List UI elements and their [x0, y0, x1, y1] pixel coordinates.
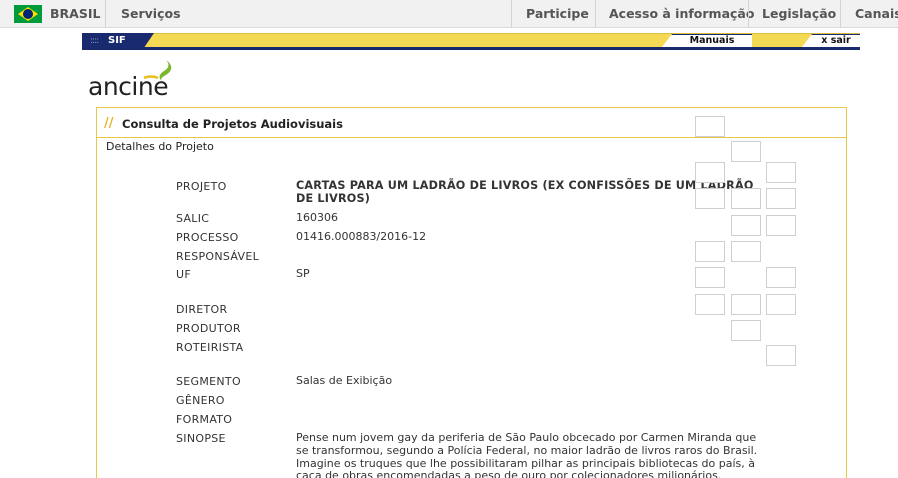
- empty-box: [695, 162, 725, 183]
- empty-box: [695, 241, 725, 262]
- empty-box: [731, 188, 761, 209]
- gov-menu-legislacao[interactable]: Legislação: [762, 6, 836, 21]
- empty-box: [731, 294, 761, 315]
- empty-box: [731, 320, 761, 341]
- field-label: SINOPSE: [176, 432, 226, 445]
- ancine-logo[interactable]: ancine: [88, 58, 188, 101]
- field-label: RESPONSÁVEL: [176, 250, 260, 263]
- field-label: SEGMENTO: [176, 375, 241, 388]
- gov-menu-participe[interactable]: Participe: [526, 6, 589, 21]
- empty-box: [766, 345, 796, 366]
- sair-button[interactable]: x sair: [802, 34, 860, 47]
- sif-dots-icon: ::::: [90, 36, 99, 46]
- empty-box: [695, 116, 725, 137]
- panel-header: // Consulta de Projetos Audiovisuais: [97, 108, 846, 138]
- gov-bar-divider: [595, 0, 596, 28]
- gov-bar-divider: [840, 0, 841, 28]
- empty-box: [731, 241, 761, 262]
- brazil-flag-icon[interactable]: [14, 5, 42, 23]
- empty-box: [766, 215, 796, 236]
- field-label: PROJETO: [176, 180, 227, 193]
- section-title: Detalhes do Projeto: [106, 140, 214, 153]
- empty-box: [731, 141, 761, 162]
- gov-top-bar: BRASIL Serviços Participe Acesso à infor…: [0, 0, 898, 28]
- manuais-button[interactable]: Manuais: [662, 34, 752, 47]
- empty-box: [695, 188, 725, 209]
- gov-menu-acesso-informacao[interactable]: Acesso à informação: [609, 6, 754, 21]
- field-value: 160306: [296, 211, 338, 224]
- gov-bar-divider: [105, 0, 106, 28]
- sif-header-bar: :::: SIF Manuais x sair: [82, 33, 860, 50]
- gov-menu-canais[interactable]: Canais: [855, 6, 898, 21]
- empty-box: [731, 215, 761, 236]
- field-label: PRODUTOR: [176, 322, 241, 335]
- field-label: PROCESSO: [176, 231, 239, 244]
- header-slashes-icon: //: [104, 116, 114, 131]
- panel-title: Consulta de Projetos Audiovisuais: [122, 117, 343, 131]
- field-sinopse: SINOPSE Pense num jovem gay da periferia…: [176, 432, 796, 478]
- sif-navy-line: [142, 47, 860, 50]
- empty-box: [695, 267, 725, 288]
- ancine-logo-text: ancine: [88, 72, 169, 101]
- gov-bar-divider: [511, 0, 512, 28]
- empty-box: [695, 294, 725, 315]
- sif-yellow-strip: [142, 33, 860, 47]
- gov-brand-link[interactable]: BRASIL: [50, 6, 100, 21]
- field-value: Pense num jovem gay da periferia de São …: [296, 432, 758, 478]
- sif-tab-label: SIF: [108, 35, 126, 46]
- field-value: Salas de Exibição: [296, 374, 393, 387]
- gov-bar-divider: [748, 0, 749, 28]
- field-label: FORMATO: [176, 413, 233, 426]
- field-label: UF: [176, 268, 191, 281]
- empty-box: [766, 267, 796, 288]
- sif-tab[interactable]: :::: SIF: [82, 33, 154, 50]
- field-label: ROTEIRISTA: [176, 341, 244, 354]
- field-label: GÊNERO: [176, 394, 225, 407]
- empty-box: [766, 188, 796, 209]
- field-label: SALIC: [176, 212, 210, 225]
- gov-menu-servicos[interactable]: Serviços: [121, 6, 181, 21]
- empty-box: [766, 294, 796, 315]
- empty-box: [766, 162, 796, 183]
- field-label: DIRETOR: [176, 303, 228, 316]
